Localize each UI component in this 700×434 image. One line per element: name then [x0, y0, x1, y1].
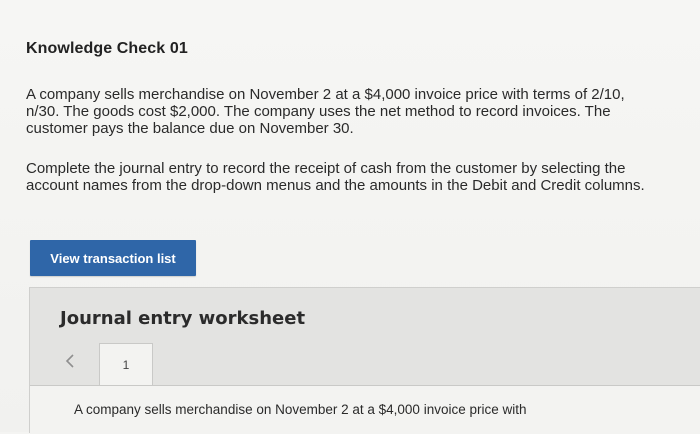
journal-entry-worksheet: Journal entry worksheet 1 A company sell…: [29, 287, 700, 434]
worksheet-tab-label: 1: [122, 358, 130, 372]
worksheet-tab-1[interactable]: 1: [99, 343, 153, 386]
question-title: Knowledge Check 01: [26, 40, 188, 57]
page: Knowledge Check 01 A company sells merch…: [0, 0, 700, 434]
worksheet-description: A company sells merchandise on November …: [74, 402, 527, 417]
chevron-left-icon[interactable]: [60, 349, 80, 373]
worksheet-title: Journal entry worksheet: [60, 308, 306, 329]
question-paragraph-2: Complete the journal entry to record the…: [26, 160, 645, 194]
question-paragraph-1: A company sells merchandise on November …: [26, 86, 625, 137]
view-transaction-list-button[interactable]: View transaction list: [30, 240, 196, 276]
worksheet-panel: A company sells merchandise on November …: [30, 385, 700, 434]
